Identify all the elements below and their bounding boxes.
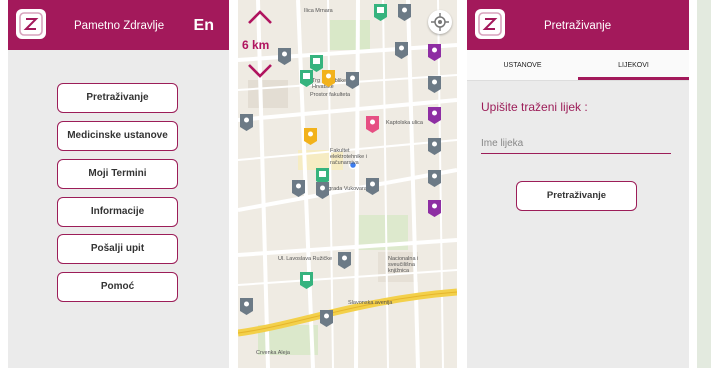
menu-button-institutions[interactable]: Medicinske ustanove xyxy=(57,121,178,151)
specialist-pin-icon[interactable] xyxy=(428,44,441,61)
clinic-pin-icon[interactable] xyxy=(428,76,441,93)
clinic-pin-icon[interactable] xyxy=(428,138,441,155)
clinic-pin-icon[interactable] xyxy=(240,298,253,315)
menu-button-send-inquiry[interactable]: Pošalji upit xyxy=(57,234,178,264)
app-bar: Pretraživanje xyxy=(467,0,689,50)
map-screen: 6 km Ilica Mrnara Trg Republike Hrvatske… xyxy=(238,0,457,368)
map-label: Fakultet elektrotehnike i računarstva xyxy=(330,148,367,166)
tab-institutions[interactable]: USTANOVE xyxy=(467,50,578,80)
zoom-out-icon[interactable] xyxy=(246,62,274,80)
pharmacy-pin-icon[interactable] xyxy=(300,70,313,87)
dentist-pin-icon[interactable] xyxy=(366,116,379,133)
map-label: Ilica Mrnara xyxy=(304,8,333,14)
clinic-pin-icon[interactable] xyxy=(366,178,379,195)
clinic-pin-icon[interactable] xyxy=(292,180,305,197)
map-label: Slavonska avenija xyxy=(348,300,393,306)
menu-button-search[interactable]: Pretraživanje xyxy=(57,83,178,113)
clinic-pin-icon[interactable] xyxy=(316,182,329,199)
language-toggle[interactable]: En xyxy=(194,0,214,50)
medicine-name-input[interactable] xyxy=(481,133,671,154)
clinic-pin-icon[interactable] xyxy=(240,114,253,131)
menu-button-information[interactable]: Informacije xyxy=(57,197,178,227)
map-label: Prostor fakulteta xyxy=(310,92,351,98)
screen-title: Pretraživanje xyxy=(544,20,612,32)
my-location-button[interactable] xyxy=(428,10,452,34)
search-screen: Pretraživanje USTANOVE LIJEKOVI Upišite … xyxy=(467,0,689,368)
clinic-pin-icon[interactable] xyxy=(320,310,333,327)
menu-button-appointments[interactable]: Moji Termini xyxy=(57,159,178,189)
tab-medicines[interactable]: LIJEKOVI xyxy=(578,50,689,80)
map-label: Crvenka Aleja xyxy=(256,350,290,356)
menu-button-help[interactable]: Pomoć xyxy=(57,272,178,302)
clinic-pin-icon[interactable] xyxy=(395,42,408,59)
clinic-pin-icon[interactable] xyxy=(346,72,359,89)
app-logo xyxy=(16,9,46,39)
specialist-pin-icon[interactable] xyxy=(428,200,441,217)
pharmacy-pin-icon[interactable] xyxy=(374,4,387,21)
app-title: Pametno Zdravlje xyxy=(74,20,165,32)
crosshair-icon xyxy=(431,13,449,31)
clinic-pin-icon[interactable] xyxy=(398,4,411,21)
distance-label: 6 km xyxy=(242,38,270,52)
hospital-pin-icon[interactable] xyxy=(322,70,335,87)
app-bar: Pametno Zdravlje En xyxy=(8,0,229,50)
map-canvas[interactable] xyxy=(238,0,457,368)
clinic-pin-icon[interactable] xyxy=(278,48,291,65)
map-label: Ul. Lavoslava Ružičke xyxy=(278,256,333,262)
app-logo xyxy=(475,9,505,39)
tab-bar: USTANOVE LIJEKOVI xyxy=(467,50,689,81)
search-button[interactable]: Pretraživanje xyxy=(516,181,637,211)
zoom-in-icon[interactable] xyxy=(246,8,274,26)
specialist-pin-icon[interactable] xyxy=(428,107,441,124)
pharmacy-pin-icon[interactable] xyxy=(300,272,313,289)
map-label: Nacionalna i sveučilišna knjižnica xyxy=(388,256,419,274)
clinic-pin-icon[interactable] xyxy=(428,170,441,187)
map-label: Kaptolska ulica xyxy=(386,120,423,126)
search-label: Upišite traženi lijek : xyxy=(481,100,588,114)
hospital-pin-icon[interactable] xyxy=(304,128,317,145)
clinic-pin-icon[interactable] xyxy=(338,252,351,269)
home-screen: Pametno Zdravlje En Pretraživanje Medici… xyxy=(8,0,229,368)
active-tab-indicator xyxy=(578,77,689,80)
map-preview-edge xyxy=(697,0,711,368)
